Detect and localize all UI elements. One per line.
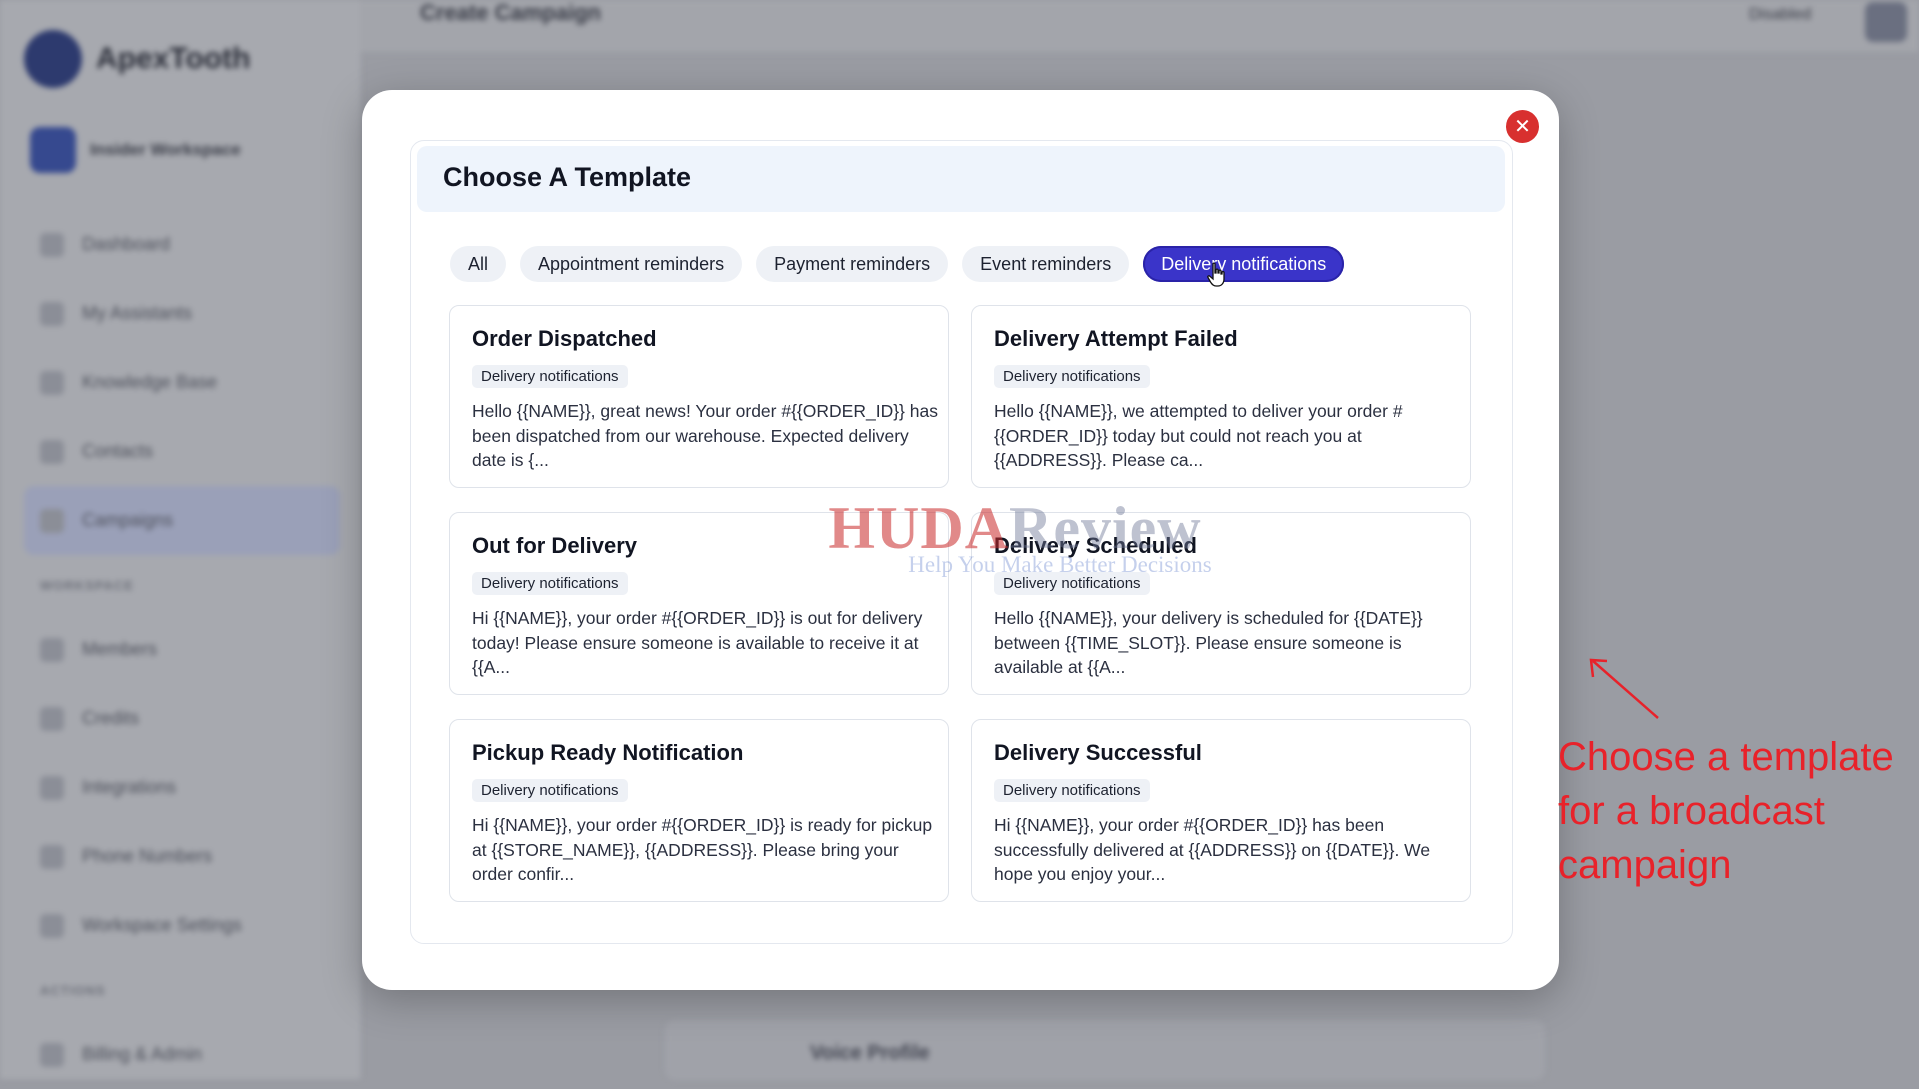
sidebar-item-dashboard[interactable]: Dashboard	[40, 210, 340, 279]
logo-icon	[24, 30, 82, 88]
credits-icon	[40, 706, 64, 731]
template-title: Order Dispatched	[472, 326, 657, 351]
members-icon	[40, 637, 64, 662]
template-preview: Hi {{NAME}}, your order #{{ORDER_ID}} is…	[472, 815, 933, 884]
sidebar-item-workspace-settings[interactable]: Workspace Settings	[40, 891, 340, 960]
sidebar: ApexTooth Insider Workspace Dashboard My…	[0, 0, 361, 1079]
dashboard-icon	[40, 232, 64, 257]
brand-name: ApexTooth	[96, 42, 251, 75]
sidebar-item-label: Credits	[82, 708, 140, 728]
template-card-delivery-scheduled[interactable]: Delivery Scheduled Delivery notification…	[971, 512, 1471, 695]
filter-payment-reminders[interactable]: Payment reminders	[756, 246, 949, 282]
modal-header: Choose A Template	[417, 146, 1505, 212]
template-title: Pickup Ready Notification	[472, 740, 744, 765]
contacts-icon	[40, 439, 64, 464]
sidebar-item-campaigns[interactable]: Campaigns	[24, 486, 340, 555]
integrations-icon	[40, 775, 64, 800]
top-bar: Create Campaign Disabled	[360, 0, 1919, 53]
close-button[interactable]: ✕	[1506, 110, 1539, 143]
workspace-switcher[interactable]: Insider Workspace	[30, 120, 330, 180]
page-title: Create Campaign	[420, 0, 601, 25]
workspace-avatar	[30, 127, 76, 173]
filter-delivery-notifications[interactable]: Delivery notifications	[1143, 246, 1345, 282]
filter-event-reminders[interactable]: Event reminders	[962, 246, 1130, 282]
sidebar-item-knowledge-base[interactable]: Knowledge Base	[40, 348, 340, 417]
category-badge: Delivery notifications	[472, 365, 628, 388]
template-title: Delivery Scheduled	[994, 533, 1197, 558]
sidebar-item-label: Phone Numbers	[82, 846, 213, 866]
template-preview: Hi {{NAME}}, your order #{{ORDER_ID}} is…	[472, 608, 923, 677]
sidebar-item-label: Contacts	[82, 441, 154, 461]
sidebar-item-integrations[interactable]: Integrations	[40, 753, 340, 822]
voice-profile-title: Voice Profile	[810, 1042, 930, 1064]
section-actions: ACTIONS	[40, 982, 106, 998]
sidebar-item-label: Campaigns	[82, 510, 174, 530]
sidebar-item-label: Members	[82, 639, 158, 659]
filter-all[interactable]: All	[450, 246, 507, 282]
sidebar-item-label: Knowledge Base	[82, 372, 218, 392]
template-card-delivery-successful[interactable]: Delivery Successful Delivery notificatio…	[971, 719, 1471, 902]
top-bar-button[interactable]: Disabled	[1749, 6, 1859, 36]
avatar[interactable]	[1865, 2, 1907, 42]
workspace-name: Insider Workspace	[90, 140, 241, 159]
voice-profile-card: Voice Profile	[665, 1020, 1545, 1080]
sidebar-item-label: Dashboard	[82, 234, 171, 254]
section-workspace: WORKSPACE	[40, 577, 134, 593]
campaign-icon	[40, 508, 64, 533]
category-badge: Delivery notifications	[994, 365, 1150, 388]
sidebar-item-label: Workspace Settings	[82, 915, 242, 935]
book-icon	[40, 370, 64, 395]
category-badge: Delivery notifications	[994, 779, 1150, 802]
sidebar-item-label: My Assistants	[82, 303, 193, 323]
category-badge: Delivery notifications	[472, 572, 628, 595]
sidebar-item-assistants[interactable]: My Assistants	[40, 279, 340, 348]
sidebar-nav: Dashboard My Assistants Knowledge Base C…	[24, 210, 340, 1089]
assistant-icon	[40, 301, 64, 326]
template-title: Out for Delivery	[472, 533, 638, 558]
annotation-arrow-icon	[1589, 658, 1659, 719]
annotation-text: Choose a template for a broadcast campai…	[1558, 735, 1894, 887]
filter-appointment-reminders[interactable]: Appointment reminders	[520, 246, 743, 282]
billing-icon	[40, 1042, 64, 1067]
sidebar-item-label: Billing & Admin	[82, 1044, 203, 1064]
sidebar-item-label: Integrations	[82, 777, 177, 797]
template-card-delivery-attempt-failed[interactable]: Delivery Attempt Failed Delivery notific…	[971, 305, 1471, 488]
template-card-order-dispatched[interactable]: Order Dispatched Delivery notifications …	[449, 305, 949, 488]
template-card-pickup-ready[interactable]: Pickup Ready Notification Delivery notif…	[449, 719, 949, 902]
modal-title: Choose A Template	[443, 162, 692, 192]
close-icon: ✕	[1514, 115, 1531, 138]
sidebar-item-members[interactable]: Members	[40, 615, 340, 684]
category-badge: Delivery notifications	[472, 779, 628, 802]
template-preview: Hello {{NAME}}, we attempted to deliver …	[994, 401, 1403, 470]
template-title: Delivery Successful	[994, 740, 1202, 765]
gear-icon	[40, 913, 64, 938]
pointer-cursor-icon	[1207, 262, 1225, 287]
template-preview: Hello {{NAME}}, great news! Your order #…	[472, 401, 938, 470]
phone-icon	[40, 844, 64, 869]
sidebar-item-contacts[interactable]: Contacts	[40, 417, 340, 486]
template-card-out-for-delivery[interactable]: Out for Delivery Delivery notifications …	[449, 512, 949, 695]
template-preview: Hello {{NAME}}, your delivery is schedul…	[994, 608, 1423, 677]
template-preview: Hi {{NAME}}, your order #{{ORDER_ID}} ha…	[994, 815, 1431, 884]
template-title: Delivery Attempt Failed	[994, 326, 1238, 351]
sidebar-item-credits[interactable]: Credits	[40, 684, 340, 753]
category-badge: Delivery notifications	[994, 572, 1150, 595]
brand-logo: ApexTooth	[24, 30, 250, 88]
sidebar-item-phone-numbers[interactable]: Phone Numbers	[40, 822, 340, 891]
